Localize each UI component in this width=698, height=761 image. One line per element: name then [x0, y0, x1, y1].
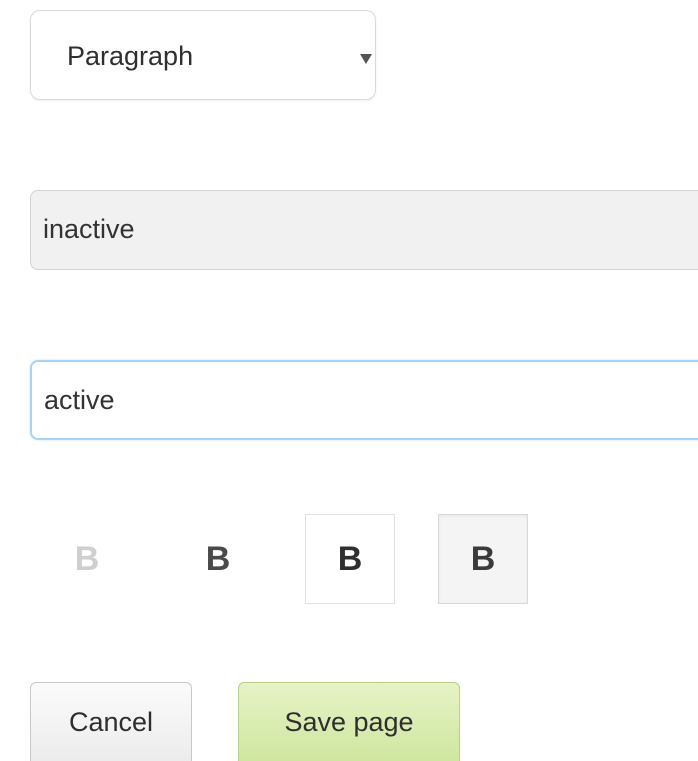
bold-button-normal[interactable]: B: [173, 514, 263, 604]
bold-button-disabled[interactable]: B: [42, 514, 132, 604]
format-select[interactable]: Paragraph: [30, 10, 376, 100]
triangle-down-icon: [360, 54, 372, 64]
format-select-value: Paragraph: [67, 41, 194, 71]
text-input-active-value: active: [44, 385, 115, 415]
save-page-button[interactable]: Save page: [238, 682, 460, 761]
bold-button-hover[interactable]: B: [305, 514, 395, 604]
text-input-inactive[interactable]: inactive: [30, 190, 698, 270]
editor-controls-demo: Paragraph inactive active B B B B Cancel…: [0, 0, 698, 761]
text-input-active[interactable]: active: [30, 360, 698, 440]
text-input-inactive-value: inactive: [43, 214, 135, 244]
bold-button-pressed[interactable]: B: [438, 514, 528, 604]
cancel-button[interactable]: Cancel: [30, 682, 192, 761]
